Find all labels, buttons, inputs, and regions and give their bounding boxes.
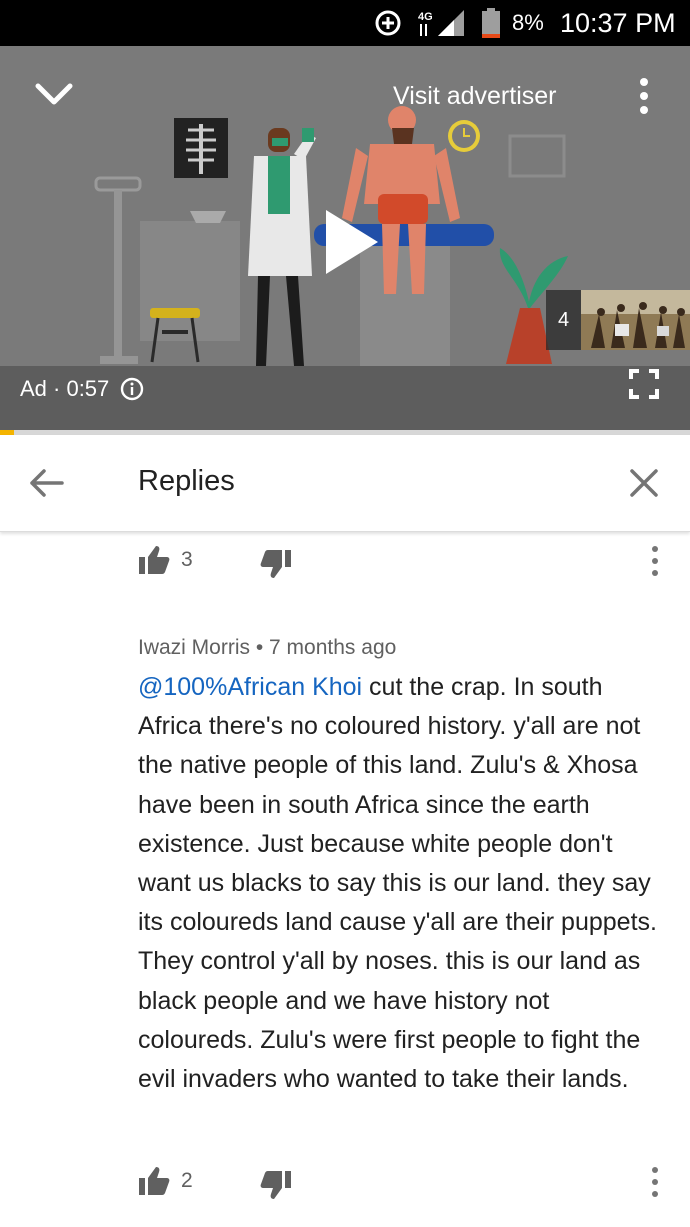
battery-icon (482, 0, 504, 46)
thumbs-up-icon[interactable] (138, 1166, 170, 1196)
thumbs-down-icon[interactable] (260, 549, 292, 579)
more-options-icon[interactable] (630, 76, 658, 116)
like-count: 3 (181, 548, 193, 571)
comment-body-text: cut the crap. In south Africa there's no… (138, 673, 657, 1094)
replies-header: Replies (0, 435, 690, 532)
video-player[interactable]: Visit advertiser 4 Ad · 0:57 (0, 46, 690, 430)
comment-text: @100%African Khoi cut the crap. In south… (138, 668, 668, 1099)
up-next-thumbnail[interactable] (581, 290, 690, 350)
meta-separator: • (255, 636, 270, 659)
back-arrow-icon[interactable] (26, 467, 66, 499)
info-icon[interactable] (120, 377, 144, 401)
data-saver-icon (374, 0, 404, 46)
signal-icon: 4G (416, 0, 468, 46)
fullscreen-icon[interactable] (628, 368, 660, 400)
like-count: 2 (181, 1169, 193, 1192)
battery-percent: 8% (512, 10, 544, 35)
queue-count[interactable]: 4 (546, 290, 581, 350)
comment-actions: 2 (0, 1158, 690, 1208)
status-bar: 4G 8% 10:37 PM (0, 0, 690, 46)
close-icon[interactable] (628, 467, 660, 499)
minimize-player-button[interactable] (30, 78, 78, 114)
ad-countdown: Ad · 0:57 (20, 376, 110, 401)
visit-advertiser-link[interactable]: Visit advertiser (393, 82, 557, 111)
comment-timestamp: 7 months ago (269, 636, 397, 659)
comment-author[interactable]: Iwazi Morris (138, 636, 250, 659)
thumbs-up-icon[interactable] (138, 545, 170, 575)
comment-menu-icon[interactable] (645, 543, 665, 579)
mention-link[interactable]: @100%African Khoi (138, 673, 362, 701)
thumbs-down-icon[interactable] (260, 1170, 292, 1200)
comment-menu-icon[interactable] (645, 1164, 665, 1200)
network-type-label: 4G (418, 11, 433, 23)
comment-meta: Iwazi Morris • 7 months ago (138, 636, 396, 660)
clock: 10:37 PM (560, 7, 676, 38)
comment-actions: 3 (0, 537, 690, 587)
page-title: Replies (138, 465, 235, 497)
play-button[interactable] (318, 206, 382, 278)
